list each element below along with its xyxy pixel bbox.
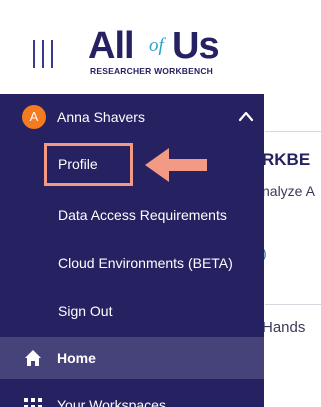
all-of-us-logo[interactable]: All of Us RESEARCHER WORKBENCH (88, 26, 248, 80)
menu-item-cloud-environments[interactable]: Cloud Environments (BETA) (0, 243, 264, 283)
logo-us-text: Us (172, 25, 220, 67)
logo-all-text: All (88, 25, 135, 67)
pointer-arrow-icon (145, 148, 207, 182)
logo-subtitle: RESEARCHER WORKBENCH (90, 66, 214, 76)
avatar: A (22, 105, 46, 129)
divider (265, 304, 321, 305)
background-text-fragment: Hands (262, 319, 306, 336)
highlight-box (44, 143, 133, 186)
hamburger-icon[interactable] (33, 40, 55, 68)
page-subtitle-fragment: nalyze A (262, 183, 315, 199)
page-title-fragment: RKBE (262, 150, 311, 169)
divider (265, 131, 321, 132)
sidebar-item-label: Home (57, 350, 96, 366)
grid-icon (24, 398, 42, 407)
sidebar-item-your-workspaces[interactable]: Your Workspaces (0, 389, 264, 407)
app-header: All of Us RESEARCHER WORKBENCH (0, 0, 321, 94)
logo-of-text: of (149, 35, 164, 56)
menu-item-data-access-requirements[interactable]: Data Access Requirements (0, 195, 264, 235)
side-navigation: A Anna Shavers Profile Data Access Requi… (0, 94, 264, 407)
menu-item-label: Data Access Requirements (58, 207, 227, 223)
menu-item-label: Cloud Environments (BETA) (58, 255, 233, 271)
user-menu-toggle[interactable]: A Anna Shavers (0, 94, 264, 140)
chevron-up-icon (238, 111, 254, 122)
menu-item-label: Sign Out (58, 303, 113, 319)
sidebar-item-label: Your Workspaces (57, 397, 166, 407)
menu-item-sign-out[interactable]: Sign Out (0, 291, 264, 331)
user-name: Anna Shavers (57, 109, 145, 125)
sidebar-item-home[interactable]: Home (0, 337, 264, 379)
home-icon (25, 350, 41, 366)
